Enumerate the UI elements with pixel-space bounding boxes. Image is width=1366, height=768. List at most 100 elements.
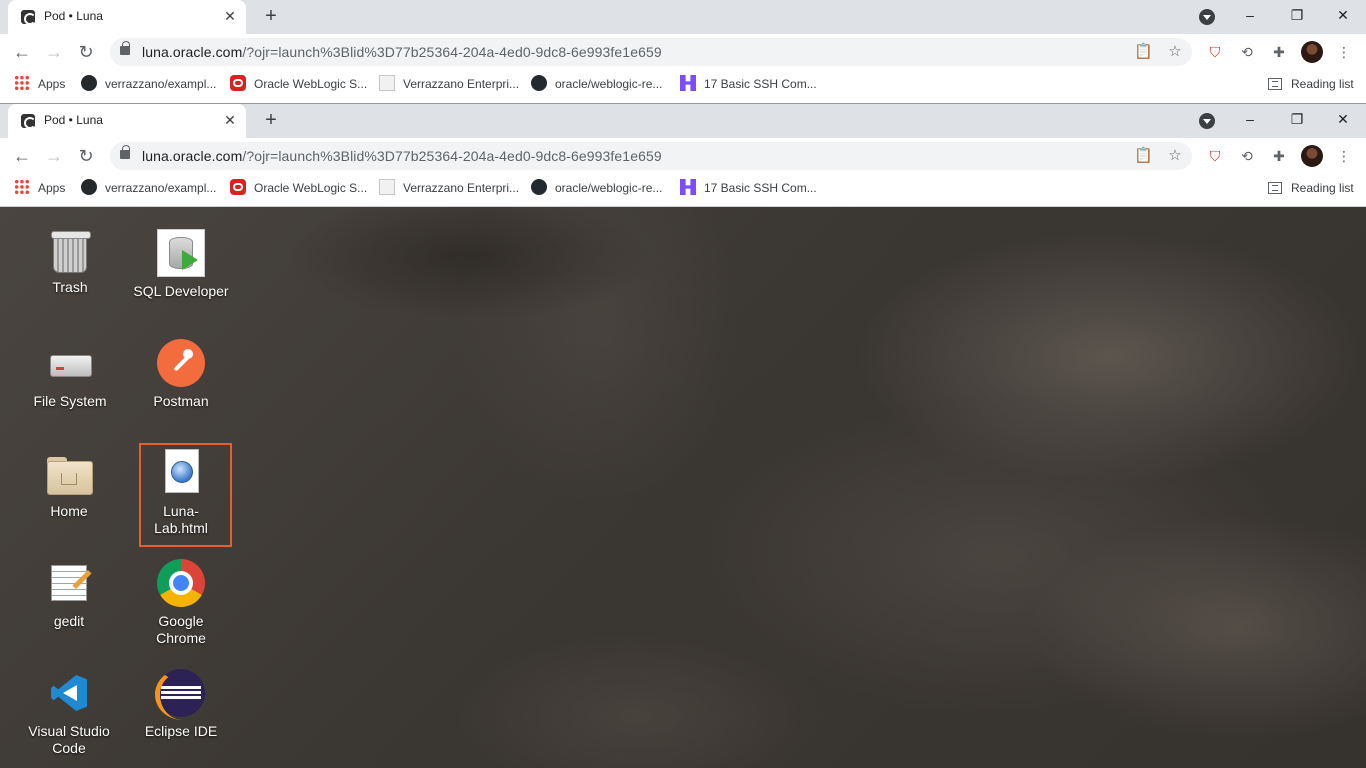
desktop-icon-sql-developer[interactable]: SQL Developer bbox=[133, 229, 229, 300]
sql-developer-icon bbox=[157, 229, 205, 277]
text-editor-icon bbox=[45, 559, 93, 607]
bookmark-ssh-commands[interactable]: 17 Basic SSH Com... bbox=[680, 179, 817, 197]
reading-list-button[interactable]: Reading list bbox=[1268, 75, 1354, 93]
profile-avatar[interactable] bbox=[1301, 41, 1323, 63]
hostinger-icon bbox=[680, 179, 696, 195]
bookmark-oracle-weblogic[interactable]: Oracle WebLogic S... bbox=[230, 75, 367, 93]
desktop-icon-google-chrome[interactable]: Google Chrome bbox=[133, 559, 229, 647]
home-folder-icon bbox=[45, 449, 93, 497]
desktop-icon-home[interactable]: Home bbox=[21, 449, 117, 520]
menu-kebab-icon[interactable]: ⋮ bbox=[1335, 147, 1353, 165]
minimize-button[interactable]: – bbox=[1238, 4, 1262, 26]
tab-pod-luna[interactable]: Pod • Luna ✕ bbox=[8, 0, 246, 34]
lock-icon[interactable] bbox=[120, 41, 130, 55]
desktop-icon-label: Home bbox=[50, 503, 88, 519]
forward-button[interactable]: → bbox=[43, 145, 65, 167]
desktop-icon-trash[interactable]: Trash bbox=[22, 229, 118, 296]
tab-close-icon[interactable]: ✕ bbox=[222, 112, 238, 128]
extension-shield-icon[interactable]: ⛉ bbox=[1206, 43, 1224, 61]
new-tab-button[interactable]: + bbox=[259, 5, 283, 29]
minimize-button[interactable]: – bbox=[1238, 108, 1262, 130]
bookmark-verrazzano-examples[interactable]: verrazzano/exampl... bbox=[81, 179, 216, 197]
address-bar[interactable]: luna.oracle.com/?ojr=launch%3Blid%3D77b2… bbox=[110, 142, 1192, 170]
menu-kebab-icon[interactable]: ⋮ bbox=[1335, 43, 1353, 61]
history-icon[interactable]: ⟲ bbox=[1238, 43, 1256, 61]
bookmark-verrazzano-enterprise[interactable]: Verrazzano Enterpri... bbox=[379, 179, 519, 197]
desktop-icon-luna-lab-html[interactable]: Luna-Lab.html bbox=[133, 449, 229, 537]
bookmark-star-icon[interactable]: ☆ bbox=[1166, 43, 1184, 61]
github-icon bbox=[531, 75, 547, 91]
desktop-icon-label: File System bbox=[33, 393, 107, 409]
tab-title: Pod • Luna bbox=[44, 9, 103, 23]
close-window-button[interactable]: ✕ bbox=[1331, 4, 1355, 26]
browser-toolbar: ← → ↻ luna.oracle.com/?ojr=launch%3Blid%… bbox=[0, 34, 1366, 70]
reload-button[interactable]: ↻ bbox=[75, 145, 97, 167]
bookmark-apps[interactable]: Apps bbox=[14, 75, 65, 93]
browser-toolbar: ← → ↻ luna.oracle.com/?ojr=launch%3Blid%… bbox=[0, 138, 1366, 174]
desktop-icon-vscode[interactable]: Visual Studio Code bbox=[21, 669, 117, 757]
bookmark-oracle-weblogic-repo[interactable]: oracle/weblogic-re... bbox=[531, 179, 662, 197]
bookmarks-bar: Apps verrazzano/exampl... Oracle WebLogi… bbox=[0, 174, 1366, 202]
desktop-icon-eclipse[interactable]: Eclipse IDE bbox=[133, 669, 229, 740]
eclipse-icon bbox=[155, 669, 205, 720]
github-icon bbox=[81, 75, 97, 91]
back-button[interactable]: ← bbox=[11, 145, 33, 167]
bookmark-verrazzano-examples[interactable]: verrazzano/exampl... bbox=[81, 75, 216, 93]
html-file-icon bbox=[157, 449, 205, 497]
tab-search-icon[interactable] bbox=[1199, 113, 1215, 129]
forward-button[interactable]: → bbox=[43, 41, 65, 63]
luna-favicon-icon bbox=[21, 114, 36, 129]
history-icon[interactable]: ⟲ bbox=[1238, 147, 1256, 165]
desktop-icon-file-system[interactable]: File System bbox=[22, 339, 118, 410]
desktop-icon-label: Trash bbox=[52, 279, 88, 295]
extensions-puzzle-icon[interactable]: ✚ bbox=[1270, 147, 1288, 165]
tab-pod-luna[interactable]: Pod • Luna ✕ bbox=[8, 104, 246, 138]
luna-favicon-icon bbox=[21, 10, 36, 25]
reload-button[interactable]: ↻ bbox=[75, 41, 97, 63]
extension-shield-icon[interactable]: ⛉ bbox=[1206, 147, 1224, 165]
tab-close-icon[interactable]: ✕ bbox=[222, 8, 238, 24]
desktop-icon-label: SQL Developer bbox=[133, 283, 229, 299]
tab-strip: Pod • Luna ✕ + – ❐ ✕ bbox=[0, 104, 1366, 138]
oracle-icon bbox=[230, 179, 246, 195]
browser-window-1: Pod • Luna ✕ + – ❐ ✕ ← → ↻ luna.oracle.c… bbox=[0, 0, 1366, 104]
new-tab-button[interactable]: + bbox=[259, 109, 283, 133]
lock-icon[interactable] bbox=[120, 145, 130, 159]
desktop-icon-gedit[interactable]: gedit bbox=[21, 559, 117, 630]
oracle-icon bbox=[230, 75, 246, 91]
apps-grid-icon bbox=[14, 179, 30, 195]
clipboard-icon[interactable]: 📋 bbox=[1134, 147, 1153, 165]
bookmark-ssh-commands[interactable]: 17 Basic SSH Com... bbox=[680, 75, 817, 93]
profile-avatar[interactable] bbox=[1301, 145, 1323, 167]
github-icon bbox=[531, 179, 547, 195]
url-text[interactable]: luna.oracle.com/?ojr=launch%3Blid%3D77b2… bbox=[142, 148, 662, 164]
clipboard-icon[interactable]: 📋 bbox=[1134, 43, 1153, 61]
bookmark-apps[interactable]: Apps bbox=[14, 179, 65, 197]
reading-list-button[interactable]: Reading list bbox=[1268, 179, 1354, 197]
document-icon bbox=[379, 179, 395, 195]
reading-list-icon bbox=[1268, 182, 1282, 194]
desktop-icon-postman[interactable]: Postman bbox=[133, 339, 229, 410]
desktop-icon-label: Eclipse IDE bbox=[144, 723, 218, 739]
extensions-puzzle-icon[interactable]: ✚ bbox=[1270, 43, 1288, 61]
bookmark-verrazzano-enterprise[interactable]: Verrazzano Enterpri... bbox=[379, 75, 519, 93]
address-bar[interactable]: luna.oracle.com/?ojr=launch%3Blid%3D77b2… bbox=[110, 38, 1192, 66]
bookmark-oracle-weblogic-repo[interactable]: oracle/weblogic-re... bbox=[531, 75, 662, 93]
desktop-icon-label: gedit bbox=[53, 613, 85, 629]
back-button[interactable]: ← bbox=[11, 41, 33, 63]
close-window-button[interactable]: ✕ bbox=[1331, 108, 1355, 130]
tab-search-icon[interactable] bbox=[1199, 9, 1215, 25]
bookmark-star-icon[interactable]: ☆ bbox=[1166, 147, 1184, 165]
desktop-icon-label: Luna-Lab.html bbox=[154, 503, 208, 536]
tab-strip: Pod • Luna ✕ + – ❐ ✕ bbox=[0, 0, 1366, 34]
desktop-icon-label: Visual Studio Code bbox=[28, 723, 110, 756]
url-text[interactable]: luna.oracle.com/?ojr=launch%3Blid%3D77b2… bbox=[142, 44, 662, 60]
hostinger-icon bbox=[680, 75, 696, 91]
drive-icon bbox=[46, 339, 94, 387]
tab-title: Pod • Luna bbox=[44, 113, 103, 127]
restore-button[interactable]: ❐ bbox=[1285, 4, 1309, 26]
bookmark-oracle-weblogic[interactable]: Oracle WebLogic S... bbox=[230, 179, 367, 197]
restore-button[interactable]: ❐ bbox=[1285, 108, 1309, 130]
bookmarks-bar: Apps verrazzano/exampl... Oracle WebLogi… bbox=[0, 70, 1366, 98]
apps-grid-icon bbox=[14, 75, 30, 91]
